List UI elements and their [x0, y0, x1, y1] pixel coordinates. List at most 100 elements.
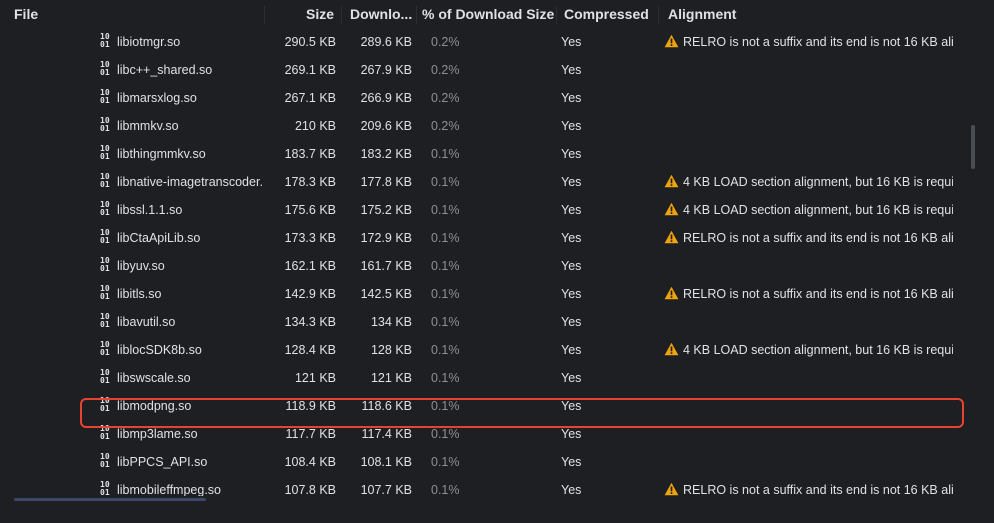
table-row[interactable]: 10 01 libc++_shared.so 269.1 KB 267.9 KB … — [0, 56, 994, 84]
download-size: 209.6 KB — [360, 119, 412, 133]
file-name: libthingmmkv.so — [117, 147, 206, 161]
table-row[interactable]: 10 01 libthingmmkv.so 183.7 KB 183.2 KB 0… — [0, 140, 994, 168]
download-percent: 0.1% — [431, 175, 460, 189]
file-size: 128.4 KB — [284, 343, 336, 357]
file-name: libmp3lame.so — [117, 427, 198, 441]
warning-icon — [664, 202, 679, 216]
download-size: 183.2 KB — [360, 147, 412, 161]
alignment-text: RELRO is not a suffix and its end is not… — [683, 483, 953, 496]
column-divider[interactable] — [556, 6, 557, 24]
binary-file-icon: 10 01 — [100, 284, 110, 301]
file-size: 134.3 KB — [284, 315, 336, 329]
alignment-message — [664, 454, 953, 472]
download-percent: 0.1% — [431, 455, 460, 469]
file-name: libCtaApiLib.so — [117, 231, 201, 245]
column-header-percent[interactable]: % of Download Size — [422, 6, 554, 22]
file-name: libmarsxlog.so — [117, 91, 197, 105]
column-divider[interactable] — [341, 6, 342, 24]
column-divider[interactable] — [264, 6, 265, 24]
compressed-status: Yes — [561, 259, 582, 273]
compressed-status: Yes — [561, 287, 582, 301]
table-row[interactable]: 10 01 liblocSDK8b.so 128.4 KB 128 KB 0.1%… — [0, 336, 994, 364]
warning-icon — [664, 482, 679, 496]
binary-file-icon: 10 01 — [100, 32, 110, 49]
compressed-status: Yes — [561, 91, 582, 105]
download-percent: 0.1% — [431, 483, 460, 496]
file-size: 183.7 KB — [284, 147, 336, 161]
table-row[interactable]: 10 01 libssl.1.1.so 175.6 KB 175.2 KB 0.1… — [0, 196, 994, 224]
alignment-message: RELRO is not a suffix and its end is not… — [664, 34, 953, 52]
table-row[interactable]: 10 01 libCtaApiLib.so 173.3 KB 172.9 KB 0… — [0, 224, 994, 252]
table-row[interactable]: 10 01 libitls.so 142.9 KB 142.5 KB 0.1% Y… — [0, 280, 994, 308]
download-percent: 0.1% — [431, 371, 460, 385]
file-name: libPPCS_API.so — [117, 455, 208, 469]
download-percent: 0.1% — [431, 427, 460, 441]
alignment-message: 4 KB LOAD section alignment, but 16 KB i… — [664, 202, 953, 220]
table-row[interactable]: 10 01 libPPCS_API.so 108.4 KB 108.1 KB 0.… — [0, 448, 994, 476]
download-percent: 0.1% — [431, 343, 460, 357]
file-name: libmmkv.so — [117, 119, 179, 133]
compressed-status: Yes — [561, 455, 582, 469]
alignment-message: RELRO is not a suffix and its end is not… — [664, 286, 953, 304]
compressed-status: Yes — [561, 147, 582, 161]
file-size: 162.1 KB — [284, 259, 336, 273]
compressed-status: Yes — [561, 483, 582, 496]
binary-file-icon: 10 01 — [100, 88, 110, 105]
column-header-size[interactable]: Size — [306, 6, 334, 22]
column-divider[interactable] — [416, 6, 417, 24]
column-header-alignment[interactable]: Alignment — [668, 6, 736, 22]
file-size: 290.5 KB — [284, 35, 336, 49]
binary-file-icon: 10 01 — [100, 144, 110, 161]
alignment-message — [664, 370, 953, 388]
warning-icon — [664, 230, 679, 244]
download-size: 266.9 KB — [360, 91, 412, 105]
file-size: 107.8 KB — [284, 483, 336, 496]
alignment-text: RELRO is not a suffix and its end is not… — [683, 287, 953, 301]
file-name: libavutil.so — [117, 315, 176, 329]
download-percent: 0.2% — [431, 63, 460, 77]
column-header-file[interactable]: File — [14, 6, 38, 22]
download-size: 177.8 KB — [360, 175, 412, 189]
alignment-message — [664, 314, 953, 332]
binary-file-icon: 10 01 — [100, 340, 110, 357]
table-row[interactable]: 10 01 libmarsxlog.so 267.1 KB 266.9 KB 0.… — [0, 84, 994, 112]
compressed-status: Yes — [561, 175, 582, 189]
alignment-message — [664, 118, 953, 136]
file-name: libc++_shared.so — [117, 63, 213, 77]
table-row[interactable]: 10 01 libmobileffmpeg.so 107.8 KB 107.7 K… — [0, 476, 994, 497]
column-header-download[interactable]: Downlo... — [350, 6, 412, 22]
download-size: 121 KB — [370, 371, 412, 385]
file-size: 178.3 KB — [284, 175, 336, 189]
file-size: 117.7 KB — [285, 427, 336, 441]
horizontal-scrollbar[interactable] — [14, 498, 206, 501]
download-size: 142.5 KB — [360, 287, 412, 301]
table-header: File Size Downlo... % of Download Size C… — [0, 0, 994, 30]
compressed-status: Yes — [561, 119, 582, 133]
binary-file-icon: 10 01 — [100, 312, 110, 329]
download-percent: 0.1% — [431, 259, 460, 273]
alignment-message: RELRO is not a suffix and its end is not… — [664, 230, 953, 248]
vertical-scrollbar[interactable] — [971, 125, 975, 169]
warning-icon — [664, 34, 679, 48]
download-size: 175.2 KB — [360, 203, 412, 217]
warning-icon — [664, 174, 679, 188]
compressed-status: Yes — [561, 371, 582, 385]
column-header-compressed[interactable]: Compressed — [564, 6, 649, 22]
file-name: libiotmgr.so — [117, 35, 181, 49]
column-divider[interactable] — [658, 6, 659, 24]
table-row[interactable]: 10 01 libyuv.so 162.1 KB 161.7 KB 0.1% Ye… — [0, 252, 994, 280]
download-size: 107.7 KB — [360, 483, 412, 496]
highlight-box — [80, 398, 964, 428]
file-name: libyuv.so — [117, 259, 165, 273]
binary-file-icon: 10 01 — [100, 228, 110, 245]
alignment-text: RELRO is not a suffix and its end is not… — [683, 35, 953, 49]
table-row[interactable]: 10 01 libnative-imagetranscoder. 178.3 KB… — [0, 168, 994, 196]
file-name: libitls.so — [117, 287, 162, 301]
file-size: 173.3 KB — [284, 231, 336, 245]
download-size: 117.4 KB — [361, 427, 412, 441]
table-row[interactable]: 10 01 libavutil.so 134.3 KB 134 KB 0.1% Y… — [0, 308, 994, 336]
table-row[interactable]: 10 01 libmmkv.so 210 KB 209.6 KB 0.2% Yes — [0, 112, 994, 140]
file-size: 210 KB — [294, 119, 336, 133]
table-row[interactable]: 10 01 libswscale.so 121 KB 121 KB 0.1% Ye… — [0, 364, 994, 392]
table-row[interactable]: 10 01 libiotmgr.so 290.5 KB 289.6 KB 0.2%… — [0, 28, 994, 56]
